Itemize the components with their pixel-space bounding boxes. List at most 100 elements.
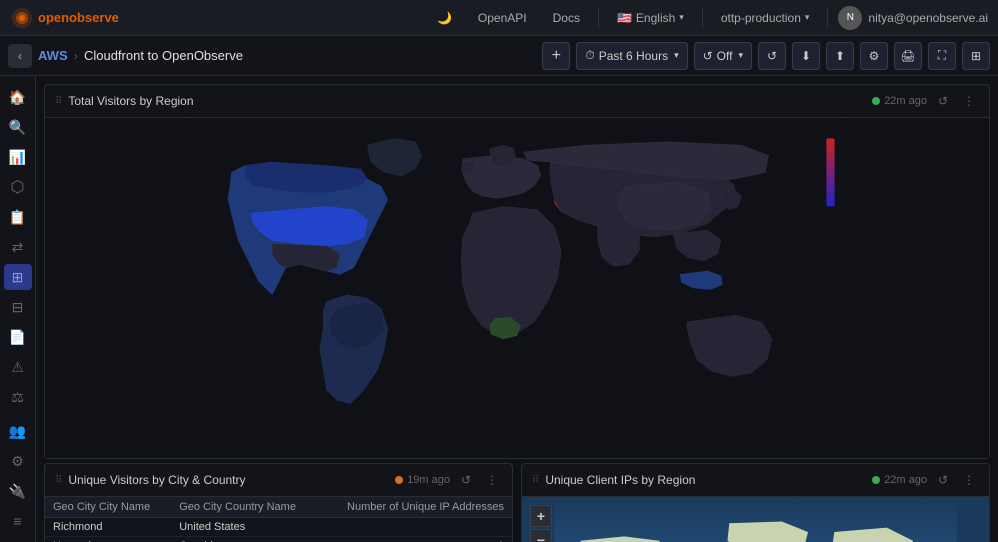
- share-button[interactable]: ⬆: [826, 42, 854, 70]
- user-avatar: N: [838, 6, 862, 30]
- sidebar-item-logs[interactable]: 📋: [4, 204, 32, 230]
- auto-refresh-caret: ▾: [738, 50, 743, 61]
- world-map-title: Total Visitors by Region: [68, 94, 866, 108]
- print-button[interactable]: 🖨: [894, 42, 922, 70]
- sidebar-item-alerts[interactable]: ⚠: [4, 354, 32, 380]
- nav-divider-2: [702, 8, 703, 28]
- client-ips-refresh[interactable]: ↺: [933, 470, 953, 490]
- world-map-more[interactable]: ⋮: [959, 91, 979, 111]
- back-icon: ‹: [18, 49, 22, 63]
- toolbar: + ⏱ Past 6 Hours ▾ ↺ Off ▾ ↺ ⬇ ⬆ ⚙ 🖨 ⛶: [542, 42, 990, 70]
- openapi-label: OpenAPI: [478, 11, 527, 25]
- cell-count: 1: [319, 537, 512, 542]
- language-label: English: [636, 11, 675, 25]
- world-map-body: [45, 118, 989, 458]
- sidebar-item-reports[interactable]: ⊟: [4, 294, 32, 320]
- reload-icon: ↺: [767, 49, 777, 63]
- zoom-in-button[interactable]: +: [530, 505, 552, 527]
- logo-icon: [10, 6, 34, 30]
- language-selector[interactable]: 🇺🇸 English ▾: [609, 0, 692, 35]
- bottom-panels: ⠿ Unique Visitors by City & Country 19m …: [44, 463, 990, 542]
- client-ips-title: Unique Client IPs by Region: [545, 473, 866, 487]
- fullscreen-button[interactable]: ⛶: [928, 42, 956, 70]
- visitors-data-table: Geo City City Name Geo City Country Name…: [45, 497, 512, 542]
- sidebar-item-metrics[interactable]: 📊: [4, 144, 32, 170]
- print-icon: 🖨: [900, 49, 915, 63]
- world-map-refresh[interactable]: ↺: [933, 91, 953, 111]
- time-caret: ▾: [674, 50, 679, 61]
- client-ips-header: ⠿ Unique Client IPs by Region 22m ago ↺ …: [522, 464, 989, 497]
- sidebar-item-dashboards[interactable]: ⊞: [4, 264, 32, 290]
- cell-country: Czechia: [171, 537, 319, 542]
- world-map-time: 22m ago: [884, 95, 927, 107]
- auto-refresh-button[interactable]: ↺ Off ▾: [694, 42, 752, 70]
- table-row: Humpolec Czechia 1: [45, 537, 512, 542]
- world-map-dot: [872, 97, 880, 105]
- logo-text: openobserve: [38, 10, 119, 25]
- time-range-button[interactable]: ⏱ Past 6 Hours ▾: [576, 42, 687, 70]
- user-menu[interactable]: N nitya@openobserve.ai: [838, 6, 988, 30]
- breadcrumb: AWS › Cloudfront to OpenObserve: [38, 48, 243, 63]
- extra-icon: ⊞: [971, 49, 981, 63]
- zoom-out-icon: −: [537, 532, 545, 542]
- flag-icon: 🇺🇸: [617, 11, 632, 25]
- client-ips-timestamp: 22m ago: [872, 474, 927, 486]
- dashboard: ⠿ Total Visitors by Region 22m ago ↺ ⋮: [36, 76, 998, 542]
- world-map-actions: 22m ago ↺ ⋮: [872, 91, 979, 111]
- col-country: Geo City Country Name: [171, 497, 319, 518]
- visitors-table-timestamp: 19m ago: [395, 474, 450, 486]
- world-map-timestamp: 22m ago: [872, 95, 927, 107]
- cell-country: United States: [171, 518, 319, 537]
- sidebar-item-users[interactable]: 👥: [4, 418, 32, 444]
- reload-button[interactable]: ↺: [758, 42, 786, 70]
- sidebar-item-home[interactable]: 🏠: [4, 84, 32, 110]
- visitors-refresh[interactable]: ↺: [456, 470, 476, 490]
- sub-navbar: ‹ AWS › Cloudfront to OpenObserve + ⏱ Pa…: [0, 36, 998, 76]
- client-ips-dot: [872, 476, 880, 484]
- org-label: ottp-production: [721, 11, 801, 25]
- extra-button[interactable]: ⊞: [962, 42, 990, 70]
- settings-button[interactable]: ⚙: [860, 42, 888, 70]
- sidebar-item-filters[interactable]: ⚖: [4, 384, 32, 410]
- visitors-time: 19m ago: [407, 474, 450, 486]
- table-row: Richmond United States: [45, 518, 512, 537]
- sidebar-item-settings[interactable]: ⚙: [4, 448, 32, 474]
- cell-city: Richmond: [45, 518, 171, 537]
- client-ips-panel: ⠿ Unique Client IPs by Region 22m ago ↺ …: [521, 463, 990, 542]
- add-icon: +: [552, 47, 561, 65]
- dark-mode-toggle[interactable]: 🌙: [429, 0, 460, 35]
- sidebar-item-plugins[interactable]: 🔌: [4, 478, 32, 504]
- client-ips-time: 22m ago: [884, 474, 927, 486]
- cell-city: Humpolec: [45, 537, 171, 542]
- add-panel-button[interactable]: +: [542, 42, 570, 70]
- visitors-table-title: Unique Visitors by City & Country: [68, 473, 389, 487]
- sidebar: 🏠 🔍 📊 ⬡ 📋 ⇄ ⊞ ⊟ 📄 ⚠ ⚖ 👥 ⚙ 🔌 ≡: [0, 76, 36, 542]
- sidebar-item-menu[interactable]: ≡: [4, 508, 32, 534]
- sidebar-item-search[interactable]: 🔍: [4, 114, 32, 140]
- avatar-initials: N: [847, 12, 854, 23]
- docs-label: Docs: [553, 11, 580, 25]
- client-ips-drag-handle: ⠿: [532, 475, 539, 486]
- nav-divider-1: [598, 8, 599, 28]
- mini-map: + −: [522, 497, 989, 542]
- sidebar-item-panels[interactable]: ⬡: [4, 174, 32, 200]
- download-button[interactable]: ⬇: [792, 42, 820, 70]
- sidebar-item-documents[interactable]: 📄: [4, 324, 32, 350]
- client-ips-more[interactable]: ⋮: [959, 470, 979, 490]
- drag-handle: ⠿: [55, 96, 62, 107]
- zoom-out-button[interactable]: −: [530, 529, 552, 542]
- col-city: Geo City City Name: [45, 497, 171, 518]
- breadcrumb-title: Cloudfront to OpenObserve: [84, 48, 243, 63]
- world-map-panel: ⠿ Total Visitors by Region 22m ago ↺ ⋮: [44, 84, 990, 459]
- breadcrumb-org[interactable]: AWS: [38, 48, 68, 63]
- visitors-table-actions: 19m ago ↺ ⋮: [395, 470, 502, 490]
- fullscreen-icon: ⛶: [938, 48, 946, 63]
- org-selector[interactable]: ottp-production ▾: [713, 0, 818, 35]
- docs-link[interactable]: Docs: [545, 0, 588, 35]
- openapi-link[interactable]: OpenAPI: [470, 0, 535, 35]
- sidebar-item-pipelines[interactable]: ⇄: [4, 234, 32, 260]
- refresh-icon: ↺: [703, 49, 713, 63]
- visitors-more[interactable]: ⋮: [482, 470, 502, 490]
- time-label: Past 6 Hours: [599, 49, 668, 63]
- back-button[interactable]: ‹: [8, 44, 32, 68]
